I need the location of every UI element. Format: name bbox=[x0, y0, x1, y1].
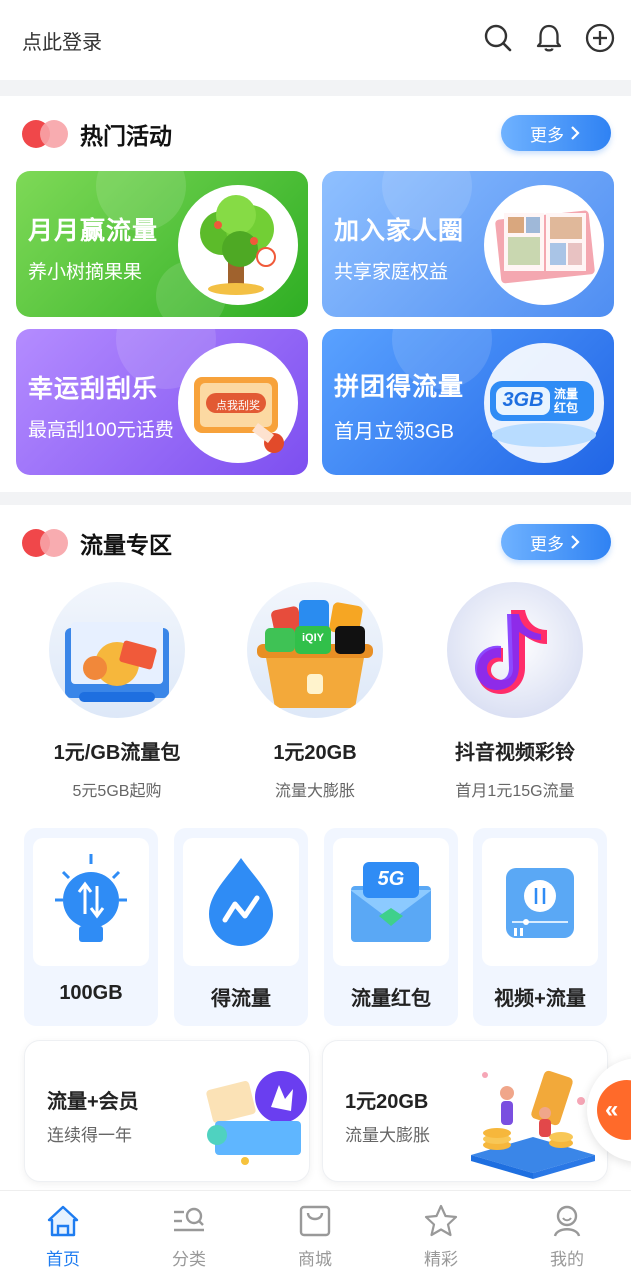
promo-title: 流量+会员 bbox=[47, 1091, 139, 1113]
shortcut-get-traffic[interactable]: 得流量 bbox=[174, 828, 308, 1026]
shortcut-100gb[interactable]: 100GB bbox=[24, 828, 158, 1026]
douyin-icon bbox=[447, 582, 583, 718]
login-link[interactable]: 点此登录 bbox=[22, 26, 102, 55]
promo-traffic-member[interactable]: 流量+会员 连续得一年 bbox=[24, 1040, 310, 1182]
section-title: 热门活动 bbox=[80, 123, 172, 149]
iqiyi-badge: iQIY bbox=[301, 632, 324, 644]
shortcut-red-packet[interactable]: 5G 流量红包 bbox=[324, 828, 458, 1026]
product-subtitle: 5元5GB起购 bbox=[72, 783, 162, 800]
add-icon[interactable] bbox=[584, 22, 616, 54]
envelope-5g-icon bbox=[350, 862, 432, 942]
bell-icon[interactable] bbox=[533, 22, 565, 54]
profile-icon bbox=[553, 1205, 581, 1237]
chevron-right-icon bbox=[571, 535, 580, 549]
shortcut-label: 视频+流量 bbox=[494, 988, 586, 1010]
product-title: 抖音视频彩铃 bbox=[455, 742, 575, 764]
shopping-bag-icon bbox=[299, 1205, 331, 1237]
bottom-tab-bar: 首页 分类 商城 精彩 我的 bbox=[0, 1190, 631, 1280]
banner-family-circle[interactable]: 加入家人圈 共享家庭权益 bbox=[322, 171, 614, 317]
promo-subtitle: 连续得一年 bbox=[47, 1126, 132, 1145]
top-bar: 点此登录 bbox=[0, 0, 631, 80]
star-icon bbox=[424, 1204, 458, 1237]
tree-illustration bbox=[178, 185, 298, 305]
promo-subtitle: 流量大膨胀 bbox=[345, 1126, 430, 1145]
banner-lucky-scratch[interactable]: 幸运刮刮乐 最高刮100元话费 点我刮奖 bbox=[16, 329, 308, 475]
product-subtitle: 首月1元15G流量 bbox=[455, 783, 575, 800]
product-card-douyin-ringtone[interactable]: 抖音视频彩铃 首月1元15G流量 bbox=[420, 582, 610, 801]
search-icon[interactable] bbox=[482, 22, 514, 54]
app-bundle-illustration: iQIY bbox=[247, 582, 383, 718]
shortcut-video-traffic[interactable]: 视频+流量 bbox=[473, 828, 607, 1026]
promo-20gb[interactable]: 1元20GB 流量大膨胀 bbox=[322, 1040, 608, 1182]
product-subtitle: 流量大膨胀 bbox=[274, 783, 355, 800]
member-gift-illustration bbox=[206, 1071, 307, 1165]
category-search-icon bbox=[174, 1207, 204, 1232]
packet-badge-text: 流量红包 bbox=[554, 387, 579, 415]
home-icon bbox=[47, 1205, 79, 1237]
banner-group-traffic[interactable]: 拼团得流量 首月立领3GB 3GB 流量红包 bbox=[322, 329, 614, 475]
section-marker-icon bbox=[22, 529, 70, 557]
traffic-packet-illustration: 3GB 流量红包 bbox=[484, 343, 604, 463]
scratch-card-illustration: 点我刮奖 bbox=[178, 343, 298, 463]
5g-badge: 5G bbox=[377, 868, 405, 890]
more-activities-button[interactable]: 更多 bbox=[501, 115, 611, 151]
scratch-badge: 点我刮奖 bbox=[216, 400, 260, 412]
product-title: 1元20GB bbox=[273, 742, 357, 764]
tab-featured[interactable]: 精彩 bbox=[378, 1191, 504, 1280]
product-card-20gb[interactable]: iQIY 1元20GB 流量大膨胀 bbox=[220, 582, 410, 801]
tab-home[interactable]: 首页 bbox=[0, 1191, 126, 1280]
shortcut-label: 得流量 bbox=[211, 988, 271, 1010]
tab-mall[interactable]: 商城 bbox=[252, 1191, 378, 1280]
droplet-icon bbox=[209, 858, 273, 946]
video-player-icon bbox=[506, 868, 574, 938]
coins-phone-illustration bbox=[471, 1070, 595, 1179]
more-traffic-button[interactable]: 更多 bbox=[501, 524, 611, 560]
tab-category[interactable]: 分类 bbox=[126, 1191, 252, 1280]
promo-title: 1元20GB bbox=[345, 1091, 429, 1113]
gb-badge: 3GB bbox=[502, 389, 544, 411]
double-chevron-left-icon: « bbox=[597, 1080, 631, 1140]
banner-monthly-traffic[interactable]: 月月赢流量 养小树摘果果 bbox=[16, 171, 308, 317]
section-marker-icon bbox=[22, 120, 70, 148]
product-title: 1元/GB流量包 bbox=[53, 742, 181, 764]
shortcut-label: 100GB bbox=[59, 982, 123, 1004]
product-card-gb-package[interactable]: 1元/GB流量包 5元5GB起购 bbox=[22, 582, 212, 801]
lightbulb-icon bbox=[55, 854, 127, 942]
gb-package-illustration bbox=[49, 582, 185, 718]
hot-activities-section: 热门活动 更多 月月赢流量 养小树摘果果 加入家人圈 共享家庭权益 幸运刮刮乐 … bbox=[0, 96, 631, 492]
shortcut-label: 流量红包 bbox=[351, 988, 431, 1010]
chevron-right-icon bbox=[571, 126, 580, 140]
tab-profile[interactable]: 我的 bbox=[504, 1191, 630, 1280]
section-title: 流量专区 bbox=[80, 532, 172, 558]
photo-album-illustration bbox=[484, 185, 604, 305]
